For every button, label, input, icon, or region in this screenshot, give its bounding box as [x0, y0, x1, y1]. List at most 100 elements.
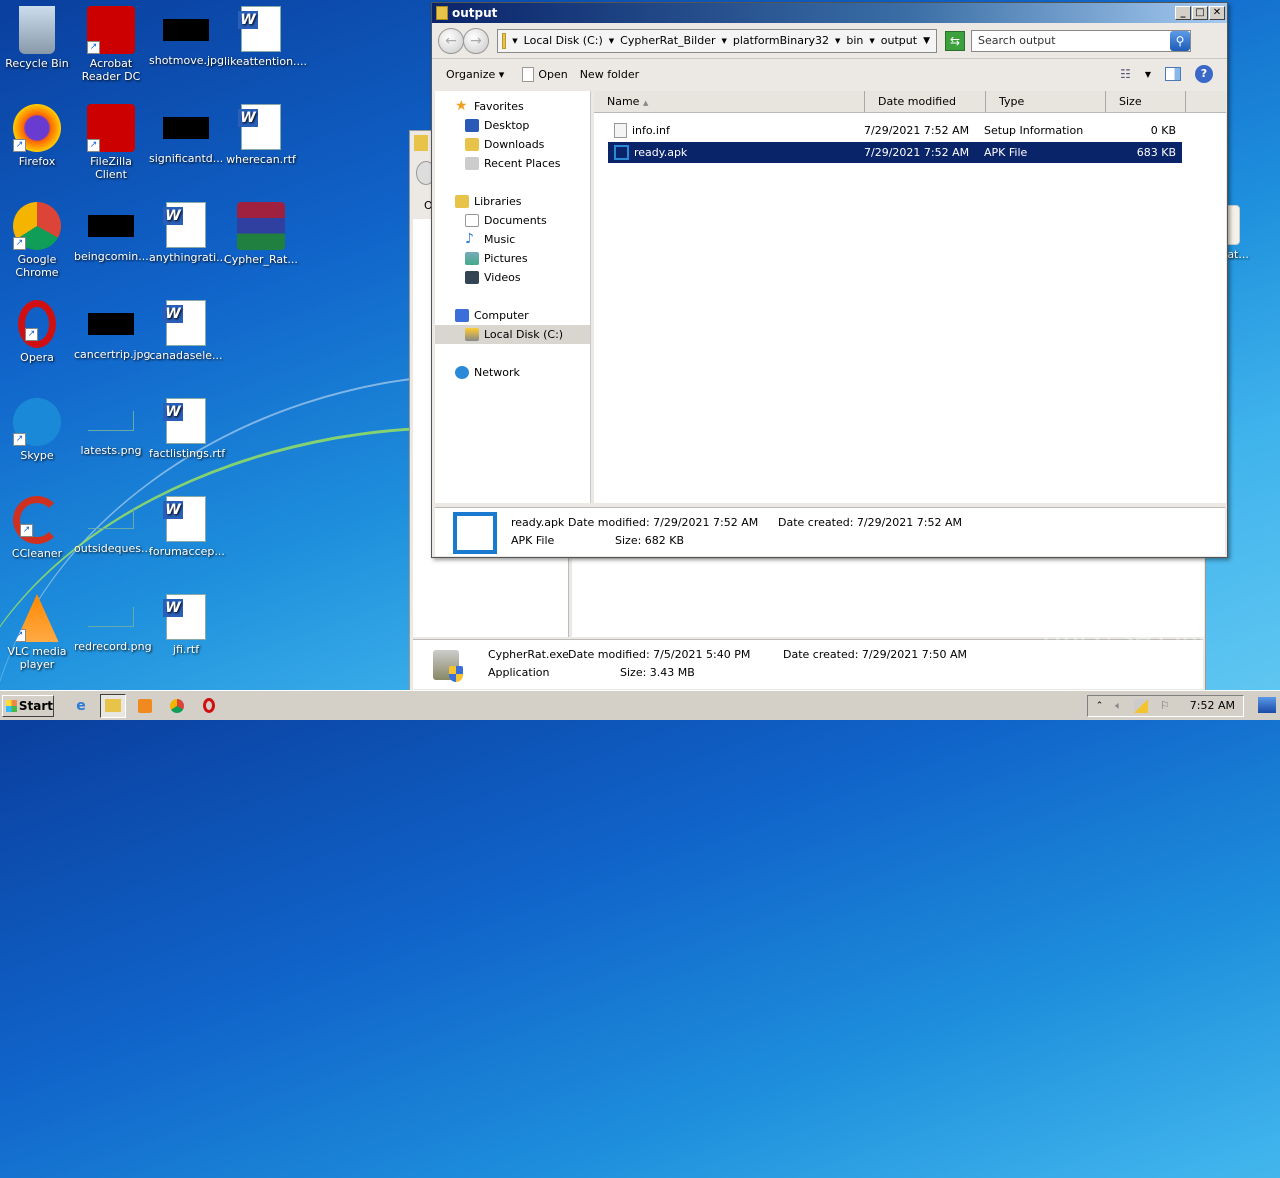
desktop-icon-canadasele[interactable]: canadasele...	[149, 300, 223, 362]
vlc-icon: ↗	[15, 594, 59, 642]
desktop-icon-jfi-rtf[interactable]: jfi.rtf	[149, 594, 223, 656]
chevron-right-icon[interactable]: ▼	[835, 37, 840, 45]
column-header-size[interactable]: Size	[1106, 91, 1186, 112]
downloads-icon	[465, 138, 479, 151]
desktop-icon-label: wherecan.rtf	[226, 153, 296, 166]
shortcut-arrow-icon: ↗	[20, 524, 33, 537]
chevron-right-icon[interactable]: ▼	[869, 37, 874, 45]
image-thumb-icon	[163, 19, 209, 41]
desktop-icon-google-chrome[interactable]: ↗ Google Chrome	[0, 202, 74, 279]
desktop-icon-shotmove-jpg[interactable]: shotmove.jpg	[149, 6, 224, 67]
desktop-icon-label: Opera	[20, 351, 54, 364]
column-header-type[interactable]: Type	[986, 91, 1106, 112]
file-row-ready-apk[interactable]: ready.apk 7/29/2021 7:52 AM APK File 683…	[608, 142, 1182, 163]
nav-desktop[interactable]: Desktop	[435, 116, 590, 135]
desktop-icon-opera[interactable]: ↗ Opera	[0, 300, 74, 364]
breadcrumb-cypherrat-bilder[interactable]: CypherRat_Bilder	[620, 34, 715, 47]
desktop-icon-label: outsideques...	[74, 542, 152, 555]
chevron-right-icon[interactable]: ▼	[609, 37, 614, 45]
desktop-icon-ccleaner[interactable]: ↗ CCleaner	[0, 496, 74, 560]
nav-documents[interactable]: Documents	[435, 211, 590, 230]
opera-taskbar-icon[interactable]	[196, 694, 222, 718]
desktop-icon-recycle-bin[interactable]: Recycle Bin	[0, 6, 74, 70]
breadcrumb-platformbinary32[interactable]: platformBinary32	[733, 34, 829, 47]
desktop-icon-latests-png[interactable]: latests.png	[74, 398, 148, 457]
desktop-icon-skype[interactable]: ↗ Skype	[0, 398, 74, 462]
search-icon[interactable]: ⚲	[1170, 30, 1190, 51]
column-header-date-modified[interactable]: Date modified	[865, 91, 986, 112]
open-button[interactable]: Open	[522, 66, 568, 82]
file-row-info-inf[interactable]: info.inf 7/29/2021 7:52 AM Setup Informa…	[608, 120, 1182, 141]
desktop-icon-acrobat-reader-dc[interactable]: ↗ Acrobat Reader DC	[74, 6, 148, 83]
details-type: APK File	[511, 534, 555, 547]
volume-icon[interactable]: 🔈︎	[1115, 699, 1122, 713]
refresh-button[interactable]: ⇆	[945, 30, 965, 51]
desktop-icon-outsideques[interactable]: outsideques...	[74, 496, 152, 555]
preview-pane-icon[interactable]	[1165, 67, 1181, 81]
desktop-icon-beingcomin[interactable]: beingcomin...	[74, 202, 149, 263]
title-bar[interactable]: output _ □ ✕	[432, 3, 1227, 23]
desktop-icon-label: latests.png	[80, 444, 142, 457]
media-player-icon[interactable]	[132, 694, 158, 718]
desktop-icon-significantd[interactable]: significantd...	[149, 104, 223, 165]
action-center-flag-icon[interactable]: ⚐	[1160, 699, 1170, 712]
desktop-icon-factlistings-rtf[interactable]: factlistings.rtf	[149, 398, 225, 460]
organize-button[interactable]: Organize ▾	[446, 68, 504, 81]
navigation-bar: ← → ▼ Local Disk (C:) ▼ CypherRat_Bilder…	[432, 23, 1227, 59]
show-hidden-icons-icon[interactable]: ⌃	[1096, 701, 1104, 711]
nav-network[interactable]: Network	[435, 363, 590, 382]
explorer-window[interactable]: output _ □ ✕ ← → ▼ Local Disk (C:) ▼ Cyp…	[431, 2, 1228, 558]
close-button[interactable]: ✕	[1209, 6, 1225, 20]
network-warning-icon[interactable]	[1133, 698, 1148, 713]
nav-downloads[interactable]: Downloads	[435, 135, 590, 154]
nav-libraries[interactable]: Libraries	[435, 192, 590, 211]
desktop-icon-redrecord-png[interactable]: redrecord.png	[74, 594, 152, 653]
forward-button[interactable]: →	[463, 27, 489, 54]
folder-icon	[414, 135, 428, 151]
desktop-icon-wherecan-rtf[interactable]: wherecan.rtf	[224, 104, 298, 166]
show-desktop-button[interactable]	[1258, 697, 1276, 713]
desktop-icon-cypher-rat[interactable]: Cypher_Rat...	[224, 202, 298, 266]
explorer-taskbar-icon[interactable]	[100, 693, 126, 718]
nav-videos[interactable]: Videos	[435, 268, 590, 287]
nav-music[interactable]: ♪ Music	[435, 230, 590, 249]
nav-computer[interactable]: Computer	[435, 306, 590, 325]
documents-icon	[465, 214, 479, 227]
desktop-icon-cancertrip-jpg[interactable]: cancertrip.jpg	[74, 300, 151, 361]
start-button[interactable]: Start	[2, 694, 54, 717]
chevron-right-icon[interactable]: ▼	[722, 37, 727, 45]
internet-explorer-icon[interactable]: e	[68, 694, 94, 718]
nav-favorites[interactable]: ★ Favorites	[435, 97, 590, 116]
chrome-taskbar-icon[interactable]	[164, 694, 190, 718]
nav-local-disk[interactable]: Local Disk (C:)	[435, 325, 590, 344]
breadcrumb-local-disk[interactable]: Local Disk (C:)	[524, 34, 603, 47]
desktop-icon-filezilla-client[interactable]: ↗ FileZilla Client	[74, 104, 148, 181]
desktop-icon-forumaccep[interactable]: forumaccep...	[149, 496, 225, 558]
desktop-icon-anythingrati[interactable]: anythingrati...	[149, 202, 227, 264]
word-doc-icon	[163, 496, 206, 542]
desktop-icon-label: jfi.rtf	[172, 643, 200, 656]
network-icon	[455, 366, 469, 379]
minimize-button[interactable]: _	[1175, 6, 1191, 20]
desktop-icon-likeattention[interactable]: likeattention....	[224, 6, 307, 68]
command-bar: Organize ▾ Open New folder ☷ ▼ ?	[432, 59, 1227, 89]
view-options-icon[interactable]: ☷	[1120, 67, 1131, 81]
new-folder-button[interactable]: New folder	[580, 68, 639, 81]
nav-pictures[interactable]: Pictures	[435, 249, 590, 268]
file-list[interactable]: Name ▲ Date modified Type Size info.inf …	[594, 91, 1226, 503]
nav-recent-places[interactable]: Recent Places	[435, 154, 590, 173]
address-bar[interactable]: ▼ Local Disk (C:) ▼ CypherRat_Bilder ▼ p…	[497, 28, 937, 53]
address-dropdown-icon[interactable]: ▼	[923, 36, 930, 46]
desktop-icon-firefox[interactable]: ↗ Firefox	[0, 104, 74, 168]
clock[interactable]: 7:52 AM	[1190, 699, 1235, 712]
desktop-icon-label: cancertrip.jpg	[74, 348, 151, 361]
search-input[interactable]: Search output ⚲	[971, 29, 1191, 52]
breadcrumb-bin[interactable]: bin	[846, 34, 863, 47]
column-header-name[interactable]: Name ▲	[594, 91, 865, 112]
breadcrumb-output[interactable]: output	[881, 34, 917, 47]
back-button[interactable]: ←	[438, 27, 464, 54]
desktop-icon-vlc-media-player[interactable]: ↗ VLC media player	[0, 594, 74, 671]
view-dropdown-icon[interactable]: ▼	[1145, 70, 1151, 79]
maximize-button[interactable]: □	[1192, 6, 1208, 20]
help-icon[interactable]: ?	[1195, 65, 1213, 83]
